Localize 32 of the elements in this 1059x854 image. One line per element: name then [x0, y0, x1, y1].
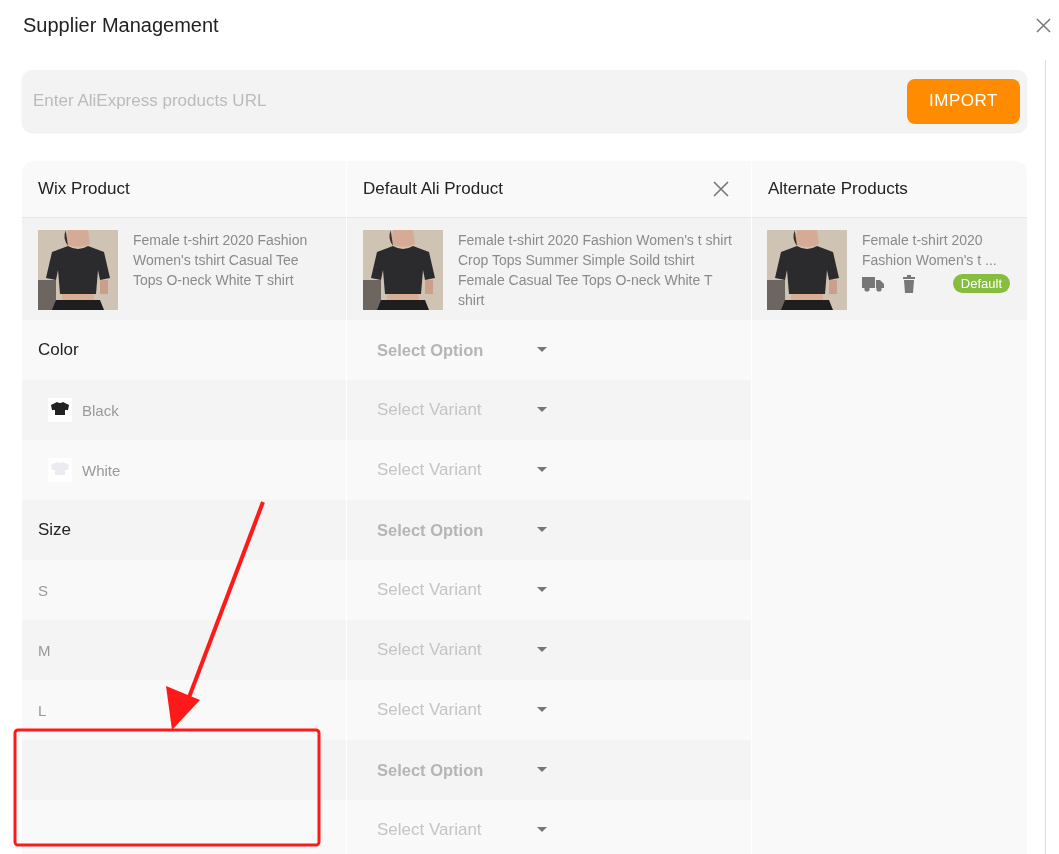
caret-icon [537, 587, 547, 593]
url-field[interactable]: Enter AliExpress products URL IMPORT [22, 70, 1027, 132]
variant-label: Black [82, 401, 119, 419]
option-select[interactable]: Select Option [377, 340, 547, 360]
default-badge: Default [952, 274, 1010, 293]
column-header: Wix Product [38, 179, 130, 199]
import-button[interactable]: IMPORT [907, 78, 1020, 124]
variant-label: White [82, 461, 121, 479]
close-icon[interactable] [713, 181, 729, 197]
caret-icon [537, 827, 547, 833]
option-select[interactable]: Select Option [377, 760, 547, 780]
column-header: Alternate Products [768, 179, 908, 199]
variant-label: S [38, 581, 48, 599]
variant-label: M [38, 641, 51, 659]
dialog-title: Supplier Management [23, 13, 219, 37]
truck-icon[interactable] [862, 274, 884, 293]
caret-icon [537, 407, 547, 413]
product-title: Female t-shirt 2020 Fashion Women's t shirt Crop Tops Summer Simple Soild tshirt Female Casual Tee Tops O-neck White T shirt [458, 231, 733, 308]
caret-icon [537, 707, 547, 713]
product-title: Female t-shirt 2020 Fashion Women's tshirt Casual Tee Tops O-neck White T shirt [133, 231, 309, 290]
option-select[interactable]: Select Option [377, 520, 547, 540]
caret-icon [537, 347, 547, 353]
option-label: Color [38, 340, 79, 360]
option-label: Size [38, 520, 72, 540]
product-title: Female t-shirt 2020 Fashion Women's t ... [862, 231, 998, 270]
column-header: Default Ali Product [363, 179, 503, 199]
variant-label: L [38, 701, 47, 719]
caret-icon [537, 527, 547, 533]
caret-icon [537, 647, 547, 653]
caret-icon [537, 467, 547, 473]
caret-icon [537, 767, 547, 773]
close-icon[interactable] [1036, 17, 1051, 33]
